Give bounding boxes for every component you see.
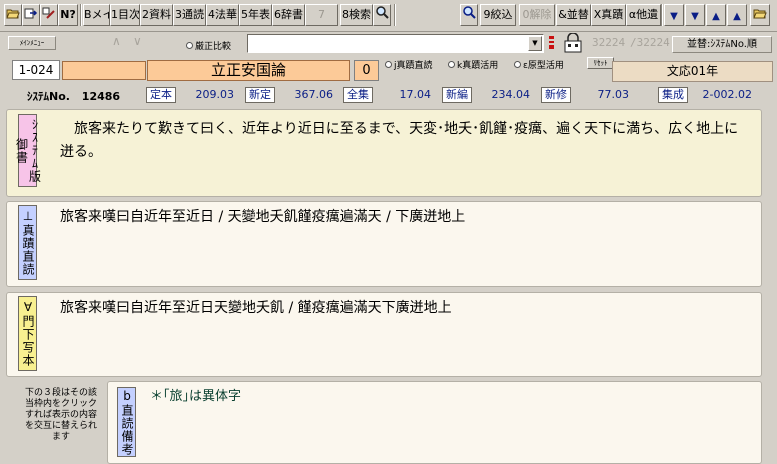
system-edition-tag: ｼｽﾃﾑ版御書 <box>15 114 42 187</box>
first-record-icon[interactable]: ▲ <box>727 4 747 26</box>
writing-title: 立正安国論 <box>147 60 350 81</box>
strict-compare-label: 厳正比較 <box>195 42 232 52</box>
up-icon[interactable]: ▲ <box>706 4 726 26</box>
radio-dot <box>448 61 455 68</box>
tsuken-button[interactable]: 3通読 <box>173 4 206 26</box>
field-value: 209.03 <box>195 88 235 101</box>
record-counter-total: /32224 <box>630 36 670 49</box>
field-value: 367.06 <box>294 88 334 101</box>
hokke-button[interactable]: 4法華 <box>206 4 239 26</box>
field-label: 集成 <box>658 87 688 103</box>
radio-dot <box>514 61 521 68</box>
red-bookmark-icon[interactable] <box>548 35 556 51</box>
material-button[interactable]: 2資料 <box>140 4 173 26</box>
field-value: 17.04 <box>399 88 432 101</box>
toolbar-separator <box>394 4 396 26</box>
era-label: 文応01年 <box>612 61 773 82</box>
help-button[interactable]: N? <box>58 4 78 26</box>
radio-dot <box>385 61 392 68</box>
remarks-text: ＊｢旅｣は異体字 <box>150 389 242 404</box>
shinseki-button[interactable]: X真蹟 <box>591 4 626 26</box>
jisho-button[interactable]: 6辞書 <box>272 4 305 26</box>
mode-radio-genkei[interactable]: ε原型活用 <box>514 58 564 71</box>
sort-order-label[interactable]: 並替:ｼｽﾃﾑNo.順 <box>672 36 772 53</box>
record-id: 1-024 <box>12 60 60 80</box>
field-value: 234.04 <box>491 88 531 101</box>
system-number-value: 12486 <box>81 90 121 103</box>
strict-compare-radio[interactable]: 厳正比較 <box>186 39 231 52</box>
last-record-icon[interactable]: ▼ <box>664 4 684 26</box>
magnifier-icon[interactable] <box>373 4 391 26</box>
field-label: 新定 <box>245 87 275 103</box>
count-box: 0 <box>354 60 379 81</box>
search-combo[interactable]: ▼ <box>247 34 544 53</box>
other-button[interactable]: α他遺 <box>626 4 661 26</box>
wizard-icon[interactable] <box>40 4 58 26</box>
record-counter-current: 32224 <box>592 36 626 49</box>
toolbar-separator <box>661 4 663 26</box>
remarks-tag-text: b直読備考 <box>120 388 134 456</box>
field-value: 2-002.02 <box>702 88 752 101</box>
system-number-key: ｼｽﾃﾑNo. <box>27 90 70 103</box>
toc-button[interactable]: 1目次 <box>110 4 140 26</box>
field-label: 定本 <box>146 87 176 103</box>
down-icon[interactable]: ▼ <box>685 4 705 26</box>
mode-radio-genkei-label: ε原型活用 <box>523 61 564 71</box>
reset-button[interactable]: ﾘｾｯﾄ <box>587 57 614 69</box>
prev-arrow[interactable]: ∧ <box>112 34 121 48</box>
mode-radio-katsuyo-label: k真蹟活用 <box>457 61 499 71</box>
shinseki-direct-text: 旅客来嘆曰自近年至近日 / 天變地夭飢饉疫癘遍滿天 / 下廣迸地上 <box>60 209 466 225</box>
main-button[interactable]: Bメイン <box>83 4 110 26</box>
export-icon[interactable] <box>22 4 40 26</box>
disciple-copy-text: 旅客来嘆曰自近年至近日天變地夭飢 / 饉疫癘遍滿天下廣迸地上 <box>60 300 452 316</box>
dropdown-arrow-icon[interactable]: ▼ <box>528 36 542 51</box>
disciple-copy-tag: ∀門下写本 <box>18 296 37 371</box>
field-label: 新編 <box>442 87 472 103</box>
narrow-button[interactable]: 9絞込 <box>480 4 516 26</box>
nenpyo-button[interactable]: 5年表 <box>239 4 272 26</box>
remarks-tag: b直読備考 <box>117 387 136 457</box>
next-arrow[interactable]: ∨ <box>133 34 142 48</box>
clear-button: 0解除 <box>519 4 555 26</box>
mode-radio-shinseki-label: j真蹟直読 <box>394 61 433 71</box>
mode-radio-shinseki[interactable]: j真蹟直読 <box>385 58 433 71</box>
mode-radio-katsuyo[interactable]: k真蹟活用 <box>448 58 498 71</box>
system-edition-text: 旅客来たりて歎きて曰く、近年より近日に至るまで、天変･地夭･飢饉･疫癘、遍く天下… <box>60 121 739 160</box>
field-value: 77.03 <box>597 88 630 101</box>
field-label: 新修 <box>541 87 571 103</box>
sort-button[interactable]: &並替 <box>556 4 591 26</box>
magnifier-plus-icon[interactable] <box>460 4 478 26</box>
help-note: 下の３段はその該当枠内をクリックすれば表示の内容を交互に替えられます <box>24 388 97 442</box>
field-label: 全集 <box>343 87 373 103</box>
blank-field <box>62 61 146 80</box>
folder-icon[interactable] <box>750 4 770 26</box>
lock-icon[interactable] <box>562 32 584 53</box>
toolbar-separator <box>80 4 82 26</box>
open-folder-icon[interactable] <box>4 4 22 26</box>
shinseki-direct-tag-text: ⊥真蹟直読 <box>21 209 35 276</box>
radio-dot <box>186 42 193 49</box>
right-scroll-area <box>763 108 777 464</box>
system-number-label: ｼｽﾃﾑNo. 12486 <box>27 88 120 104</box>
main-menu-button[interactable]: ﾒｲﾝﾒﾆｭｰ <box>8 36 56 50</box>
disabled-button: 7 <box>305 4 338 26</box>
main-toolbar: N? Bメイン 1目次 2資料 3通読 4法華 5年表 6辞書 7 8検索 9絞… <box>0 0 777 32</box>
shinseki-direct-tag: ⊥真蹟直読 <box>18 205 37 280</box>
disciple-copy-tag-text: ∀門下写本 <box>21 300 35 367</box>
search-button[interactable]: 8検索 <box>340 4 373 26</box>
system-edition-tag-text: ｼｽﾃﾑ版御書 <box>14 118 42 183</box>
